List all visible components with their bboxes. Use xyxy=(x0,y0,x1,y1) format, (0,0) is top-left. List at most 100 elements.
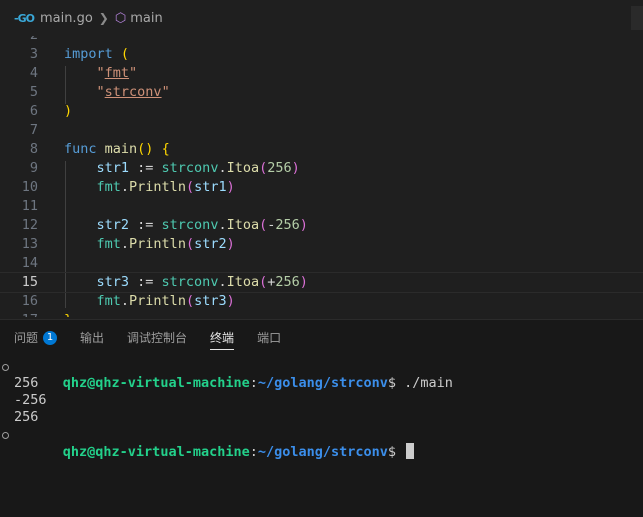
tab-label: 端口 xyxy=(257,331,282,345)
breadcrumb-file[interactable]: main.go xyxy=(40,11,93,26)
code-editor[interactable]: 23import (4 "fmt"5 "strconv"6)78func mai… xyxy=(0,36,643,317)
code-token: Itoa xyxy=(226,160,260,176)
tab-debug-console[interactable]: 调试控制台 xyxy=(127,320,195,356)
line-code: str1 := strconv.Itoa(256) xyxy=(64,159,300,178)
code-token: fmt xyxy=(96,179,121,195)
line-code: "fmt" xyxy=(64,64,138,83)
code-token: ( xyxy=(185,293,195,309)
code-token: ( xyxy=(185,236,195,252)
chevron-right-icon: ❯ xyxy=(98,11,109,25)
terminal-output-line: 256 xyxy=(14,409,39,425)
code-token: " xyxy=(129,65,138,81)
line-number: 14 xyxy=(21,255,38,271)
code-token: ) xyxy=(64,103,73,119)
code-line[interactable]: 10 fmt.Println(str1) xyxy=(0,178,643,197)
code-token: ( xyxy=(185,179,195,195)
code-token: 256 xyxy=(275,274,300,290)
code-token: str1 xyxy=(194,179,227,195)
command-decoration-icon[interactable] xyxy=(2,364,9,371)
command-decoration-icon[interactable] xyxy=(2,432,9,439)
code-token: Itoa xyxy=(226,274,260,290)
prompt-path: ~/golang/strconv xyxy=(257,375,388,391)
line-number: 10 xyxy=(21,179,38,195)
code-line[interactable]: 14 xyxy=(0,254,643,273)
code-token: fmt xyxy=(96,293,121,309)
tab-label: 问题 xyxy=(14,331,39,345)
line-code: fmt.Println(str2) xyxy=(64,235,235,254)
go-file-icon: -GO xyxy=(14,11,35,25)
code-line[interactable]: 2 xyxy=(0,36,643,45)
bottom-panel: 问题 1 输出 调试控制台 终端 端口 qhz@qhz-virtual-mach… xyxy=(0,319,643,517)
code-token: ) xyxy=(291,160,300,176)
tab-output[interactable]: 输出 xyxy=(80,320,112,356)
line-code: } xyxy=(64,311,72,317)
code-token: func xyxy=(64,141,97,157)
line-number: 17 xyxy=(0,311,38,317)
code-line[interactable]: 3 import ( xyxy=(0,45,643,64)
breadcrumb-symbol[interactable]: main xyxy=(130,11,162,26)
terminal-output-line: 256 xyxy=(14,375,39,391)
code-line[interactable]: 16 fmt.Println(str3) xyxy=(0,292,643,311)
code-line[interactable]: 12 str2 := strconv.Itoa(-256) xyxy=(0,216,643,235)
tab-terminal[interactable]: 终端 xyxy=(210,320,242,356)
line-number: 8 xyxy=(29,141,38,157)
line-number: 15 xyxy=(21,274,38,290)
code-line[interactable]: 8 func main() { xyxy=(0,140,643,159)
code-line[interactable]: 4 "fmt" xyxy=(0,64,643,83)
code-token: Println xyxy=(129,179,186,195)
line-code: str3 := strconv.Itoa(+256) xyxy=(64,273,308,292)
prompt-path: ~/golang/strconv xyxy=(257,444,388,460)
code-line[interactable]: 17} xyxy=(0,311,643,317)
code-token: . xyxy=(218,217,227,233)
tab-label: 调试控制台 xyxy=(127,331,188,345)
line-number: 2 xyxy=(0,36,38,45)
line-number: 11 xyxy=(21,198,38,214)
line-number: 6 xyxy=(29,103,38,119)
code-line[interactable]: 5 "strconv" xyxy=(0,83,643,102)
tab-ports[interactable]: 端口 xyxy=(257,320,289,356)
line-code: "strconv" xyxy=(64,83,170,102)
prompt-sep: : xyxy=(249,375,258,391)
code-token: ) xyxy=(226,293,235,309)
code-line[interactable]: 9 str1 := strconv.Itoa(256) xyxy=(0,159,643,178)
code-token: 256 xyxy=(267,160,292,176)
symbol-module-icon: ⬡ xyxy=(114,10,127,26)
code-line[interactable]: 6) xyxy=(0,102,643,121)
line-code: fmt.Println(str1) xyxy=(64,178,235,197)
code-token: str1 xyxy=(96,160,130,176)
code-token: str3 xyxy=(96,274,130,290)
line-number: 9 xyxy=(29,160,38,176)
code-token: := xyxy=(129,274,162,290)
tab-label: 输出 xyxy=(80,331,105,345)
line-code: func main() { xyxy=(64,140,170,159)
code-token: } xyxy=(64,312,72,317)
code-token: strconv xyxy=(161,217,219,233)
prompt-user: qhz@qhz-virtual-machine xyxy=(62,375,250,391)
code-token: 256 xyxy=(275,217,300,233)
tab-problems[interactable]: 问题 1 xyxy=(14,320,65,356)
code-token: main xyxy=(104,141,138,157)
code-token: . xyxy=(218,160,227,176)
code-line[interactable]: 13 fmt.Println(str2) xyxy=(0,235,643,254)
problems-count-badge: 1 xyxy=(43,331,58,345)
line-number: 4 xyxy=(29,65,38,81)
terminal-output-line: -256 xyxy=(14,392,47,408)
code-token: . xyxy=(218,274,227,290)
code-line[interactable]: 15 str3 := strconv.Itoa(+256) xyxy=(0,272,643,293)
code-line[interactable]: 7 xyxy=(0,121,643,140)
code-line[interactable]: 11 xyxy=(0,197,643,216)
code-token: { xyxy=(161,141,170,157)
line-number: 13 xyxy=(21,236,38,252)
code-token: fmt xyxy=(104,65,130,81)
code-token: ( xyxy=(120,46,130,62)
